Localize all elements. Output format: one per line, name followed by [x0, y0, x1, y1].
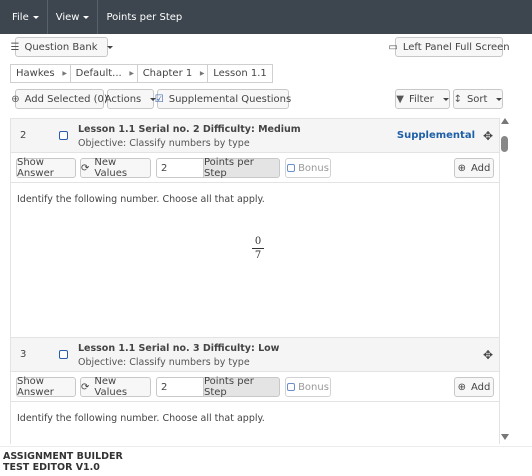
points-input[interactable]: 2	[156, 158, 203, 178]
add-label: Add	[471, 381, 491, 393]
points-input[interactable]: 2	[156, 377, 203, 397]
caret-down-icon	[496, 97, 503, 101]
chevron-right-icon: ▶	[59, 64, 70, 83]
question-objective: Objective: Classify numbers by type	[78, 138, 250, 149]
new-values-label: New Values	[94, 157, 128, 179]
file-menu-label: File	[12, 11, 29, 23]
caret-down-icon	[83, 15, 90, 19]
fraction-denominator: 7	[254, 250, 262, 261]
bonus-label: Bonus	[298, 381, 329, 393]
points-per-step-addon: Points per Step	[203, 157, 280, 179]
question-body: Identify the following number. Choose al…	[10, 183, 500, 337]
add-selected-label: Add Selected (0)	[24, 93, 108, 105]
supplemental-questions-label: Supplemental Questions	[168, 93, 292, 105]
actions-label: Actions	[104, 93, 142, 105]
points-per-step-menu[interactable]: Points per Step	[98, 0, 190, 34]
check-square-icon: ☑	[154, 93, 164, 105]
new-values-button[interactable]: ⟳ New Values	[80, 157, 151, 179]
question-title: Lesson 1.1 Serial no. 2 Difficulty: Medi…	[78, 124, 301, 135]
plus-circle-icon: ⊕	[11, 93, 20, 105]
question-controls: Show Answer ⟳ New Values 2 Points per St…	[10, 372, 500, 402]
breadcrumb-item[interactable]: Default...	[69, 64, 127, 83]
question-body: Identify the following number. Choose al…	[10, 402, 500, 444]
question-header: 2 Lesson 1.1 Serial no. 2 Difficulty: Me…	[10, 118, 500, 153]
new-values-button[interactable]: ⟳ New Values	[80, 376, 151, 398]
bonus-checkbox	[287, 383, 296, 391]
add-label: Add	[471, 162, 491, 174]
scroll-down-icon[interactable]	[501, 434, 509, 440]
points-per-step-addon: Points per Step	[203, 376, 280, 398]
add-selected-button[interactable]: ⊕ Add Selected (0)	[11, 89, 108, 109]
bonus-toggle[interactable]: Bonus	[285, 158, 331, 178]
left-panel-full-screen-button[interactable]: ▭ Left Panel Full Screen	[388, 37, 510, 57]
footer: ASSIGNMENT BUILDER TEST EDITOR V1.0	[0, 446, 532, 476]
question-objective: Objective: Classify numbers by type	[78, 357, 250, 368]
question-number: 3	[20, 349, 27, 360]
fraction: 0 7	[252, 236, 264, 261]
move-icon[interactable]: ✥	[483, 348, 493, 362]
scrollbar-thumb[interactable]	[501, 136, 508, 152]
new-values-label: New Values	[94, 376, 128, 398]
question-prompt: Identify the following number. Choose al…	[17, 413, 265, 424]
show-answer-button[interactable]: Show Answer	[16, 157, 76, 179]
move-icon[interactable]: ✥	[483, 129, 493, 143]
add-question-button[interactable]: ⊕ Add	[454, 158, 494, 178]
bonus-label: Bonus	[298, 162, 329, 174]
view-menu[interactable]: View	[48, 0, 98, 34]
breadcrumb: Hawkes ▶ Default... ▶ Chapter 1 ▶ Lesson…	[10, 64, 273, 83]
caret-down-icon	[442, 97, 449, 101]
question-list[interactable]: 2 Lesson 1.1 Serial no. 2 Difficulty: Me…	[10, 118, 510, 444]
filter-label: Filter	[408, 93, 434, 105]
bonus-toggle[interactable]: Bonus	[285, 377, 331, 397]
chevron-right-icon: ▶	[126, 64, 137, 83]
refresh-icon: ⟳	[81, 381, 90, 393]
supplemental-questions-button[interactable]: ☑ Supplemental Questions	[154, 89, 292, 109]
plus-circle-icon: ⊕	[457, 381, 466, 393]
list-icon: ☰	[10, 41, 20, 53]
add-question-button[interactable]: ⊕ Add	[454, 377, 494, 397]
question-bank-label: Question Bank	[24, 41, 98, 53]
view-menu-label: View	[55, 11, 80, 23]
vertical-scrollbar[interactable]	[500, 118, 510, 444]
left-panel-full-screen-label: Left Panel Full Screen	[402, 41, 510, 53]
caret-down-icon	[32, 15, 39, 19]
question-bank-dropdown[interactable]: ☰ Question Bank	[11, 37, 113, 57]
sort-label: Sort	[466, 93, 488, 105]
question-select-checkbox[interactable]	[59, 131, 68, 140]
show-answer-button[interactable]: Show Answer	[16, 376, 76, 398]
filter-dropdown[interactable]: ▼ Filter	[395, 89, 450, 109]
footer-version: TEST EDITOR V1.0	[3, 462, 100, 473]
refresh-icon: ⟳	[81, 162, 90, 174]
plus-circle-icon: ⊕	[457, 162, 466, 174]
fraction-numerator: 0	[254, 236, 262, 247]
sort-icon: ↕	[453, 93, 462, 105]
bonus-checkbox	[287, 164, 296, 172]
question-title: Lesson 1.1 Serial no. 3 Difficulty: Low	[78, 343, 280, 354]
caret-down-icon	[106, 45, 113, 49]
scroll-up-icon[interactable]	[501, 118, 509, 124]
question-controls: Show Answer ⟳ New Values 2 Points per St…	[10, 153, 500, 183]
chevron-right-icon: ▶	[197, 64, 208, 83]
sort-dropdown[interactable]: ↕ Sort	[453, 89, 503, 109]
top-menu-bar: File View Points per Step	[0, 0, 532, 34]
breadcrumb-item[interactable]: Lesson 1.1	[207, 64, 273, 83]
breadcrumb-item[interactable]: Chapter 1	[136, 64, 198, 83]
footer-app-name: ASSIGNMENT BUILDER	[3, 451, 123, 462]
question-prompt: Identify the following number. Choose al…	[17, 194, 265, 205]
filter-icon: ▼	[396, 93, 404, 105]
fraction-bar	[252, 248, 264, 249]
question-number: 2	[20, 130, 27, 141]
question-header: 3 Lesson 1.1 Serial no. 3 Difficulty: Lo…	[10, 337, 500, 372]
supplemental-badge: Supplemental	[396, 130, 475, 141]
breadcrumb-item[interactable]: Hawkes	[10, 64, 60, 83]
question-select-checkbox[interactable]	[59, 350, 68, 359]
monitor-icon: ▭	[388, 41, 398, 53]
file-menu[interactable]: File	[4, 0, 47, 34]
actions-dropdown[interactable]: Actions	[104, 89, 157, 109]
